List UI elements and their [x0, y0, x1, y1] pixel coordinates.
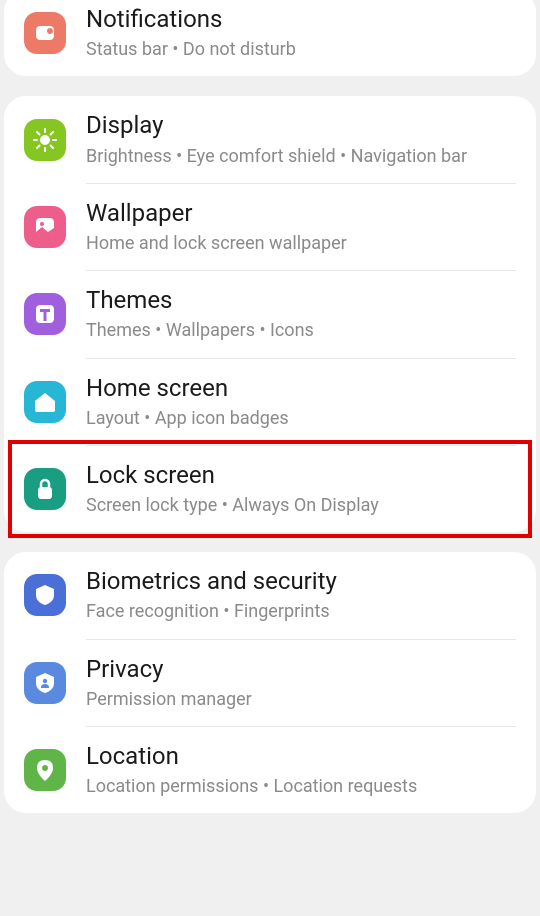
- settings-item-subtitle: Face recognition • Fingerprints: [86, 599, 516, 624]
- settings-item-title: Home screen: [86, 373, 516, 404]
- privacy-icon: [24, 662, 66, 704]
- settings-item-text: WallpaperHome and lock screen wallpaper: [86, 198, 516, 256]
- settings-item-text: Home screenLayout • App icon badges: [86, 373, 516, 431]
- location-icon: [24, 749, 66, 791]
- themes-icon: [24, 293, 66, 335]
- settings-item-title: Display: [86, 110, 516, 141]
- settings-item-subtitle: Screen lock type • Always On Display: [86, 493, 516, 518]
- lock-screen-icon: [24, 468, 66, 510]
- home-screen-icon: [24, 381, 66, 423]
- settings-section: Display Brightness • Eye comfort shield •…: [4, 96, 536, 532]
- settings-item-text: LocationLocation permissions • Location …: [86, 741, 516, 799]
- settings-item-title: Themes: [86, 285, 516, 316]
- settings-item-text: Display Brightness • Eye comfort shield •…: [86, 110, 516, 168]
- settings-item-text: Lock screenScreen lock type • Always On …: [86, 460, 516, 518]
- settings-item-home-screen[interactable]: Home screenLayout • App icon badges: [4, 359, 536, 445]
- settings-item-subtitle: Brightness • Eye comfort shield • Naviga…: [86, 144, 516, 169]
- settings-section: Biometrics and securityFace recognition …: [4, 552, 536, 813]
- settings-item-notifications[interactable]: NotificationsStatus bar • Do not disturb: [4, 0, 536, 76]
- settings-item-privacy[interactable]: PrivacyPermission manager: [4, 640, 536, 726]
- settings-item-title: Privacy: [86, 654, 516, 685]
- settings-item-subtitle: Themes • Wallpapers • Icons: [86, 318, 516, 343]
- settings-item-biometrics[interactable]: Biometrics and securityFace recognition …: [4, 552, 536, 638]
- settings-item-text: ThemesThemes • Wallpapers • Icons: [86, 285, 516, 343]
- settings-item-lock-screen[interactable]: Lock screenScreen lock type • Always On …: [4, 446, 536, 532]
- settings-item-display[interactable]: Display Brightness • Eye comfort shield •…: [4, 96, 536, 182]
- display-icon: [24, 119, 66, 161]
- settings-item-subtitle: Location permissions • Location requests: [86, 774, 516, 799]
- settings-item-subtitle: Home and lock screen wallpaper: [86, 231, 516, 256]
- settings-item-title: Biometrics and security: [86, 566, 516, 597]
- settings-item-title: Notifications: [86, 4, 516, 35]
- biometrics-icon: [24, 574, 66, 616]
- settings-item-subtitle: Status bar • Do not disturb: [86, 37, 516, 62]
- settings-item-title: Wallpaper: [86, 198, 516, 229]
- settings-item-text: PrivacyPermission manager: [86, 654, 516, 712]
- settings-item-text: NotificationsStatus bar • Do not disturb: [86, 4, 516, 62]
- settings-item-location[interactable]: LocationLocation permissions • Location …: [4, 727, 536, 813]
- settings-item-title: Location: [86, 741, 516, 772]
- settings-item-title: Lock screen: [86, 460, 516, 491]
- settings-item-themes[interactable]: ThemesThemes • Wallpapers • Icons: [4, 271, 536, 357]
- notifications-icon: [24, 12, 66, 54]
- wallpaper-icon: [24, 206, 66, 248]
- settings-item-subtitle: Permission manager: [86, 687, 516, 712]
- settings-item-subtitle: Layout • App icon badges: [86, 406, 516, 431]
- settings-item-text: Biometrics and securityFace recognition …: [86, 566, 516, 624]
- settings-item-wallpaper[interactable]: WallpaperHome and lock screen wallpaper: [4, 184, 536, 270]
- settings-section: NotificationsStatus bar • Do not disturb: [4, 0, 536, 76]
